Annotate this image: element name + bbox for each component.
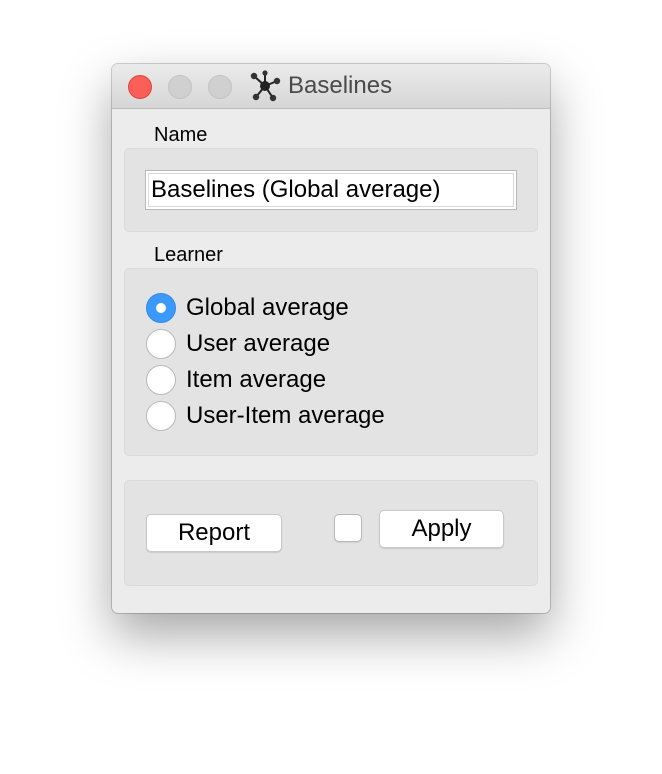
radio-user-item-average[interactable]: User-Item average xyxy=(146,400,385,432)
radio-label: Global average xyxy=(186,294,349,321)
learner-group-label: Learner xyxy=(154,244,223,266)
window-title-group: Baselines xyxy=(248,64,392,108)
apply-button[interactable]: Apply xyxy=(379,510,504,548)
radio-button[interactable] xyxy=(146,329,176,359)
window-title: Baselines xyxy=(288,72,393,99)
zoom-button[interactable] xyxy=(208,75,232,99)
title-bar[interactable]: Baselines xyxy=(112,64,550,109)
radio-label: User-Item average xyxy=(186,402,385,429)
radio-button-selected[interactable] xyxy=(146,293,176,323)
radio-user-average[interactable]: User average xyxy=(146,328,330,360)
minimize-button[interactable] xyxy=(168,75,192,99)
network-icon xyxy=(250,70,281,102)
radio-button[interactable] xyxy=(146,401,176,431)
baselines-window: Baselines Name Learner Global average Us… xyxy=(112,64,550,613)
name-group-label: Name xyxy=(154,124,208,146)
close-button[interactable] xyxy=(128,75,152,99)
auto-apply-checkbox[interactable] xyxy=(334,514,362,542)
radio-label: User average xyxy=(186,330,331,357)
name-input[interactable] xyxy=(145,170,517,210)
radio-item-average[interactable]: Item average xyxy=(146,364,326,396)
radio-global-average[interactable]: Global average xyxy=(146,292,349,324)
report-button[interactable]: Report xyxy=(146,514,282,552)
radio-button[interactable] xyxy=(146,365,176,395)
radio-label: Item average xyxy=(186,366,327,393)
